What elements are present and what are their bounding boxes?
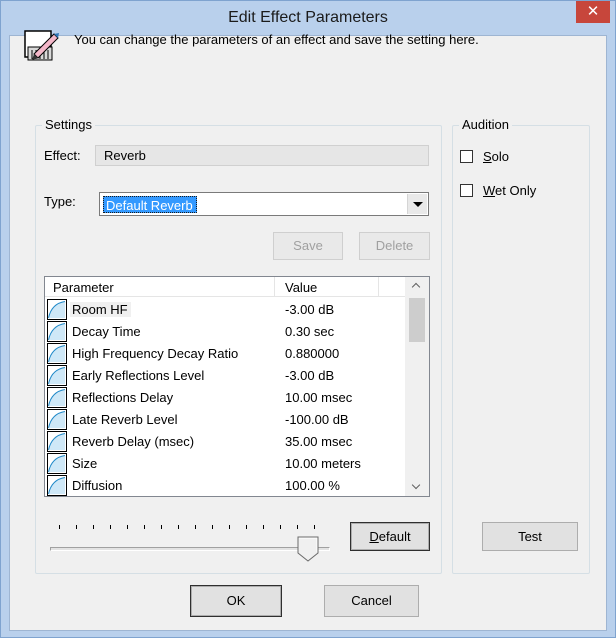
list-header: Parameter Value: [45, 277, 406, 297]
parameter-name: Reflections Delay: [72, 390, 174, 405]
parameter-curve-icon: [47, 299, 67, 320]
parameter-name: Early Reflections Level: [72, 368, 205, 383]
parameter-curve-icon: [47, 387, 67, 408]
parameter-row[interactable]: Decay Time 0.30 sec: [45, 320, 406, 342]
parameter-curve-icon: [47, 431, 67, 452]
slider-tick: [93, 525, 94, 529]
effect-label: Effect:: [44, 148, 81, 163]
parameter-value: 10.00 msec: [285, 390, 353, 405]
scroll-thumb[interactable]: [409, 298, 425, 342]
parameter-list[interactable]: Parameter Value Room HF -3.00 dB Decay Tim…: [44, 276, 430, 497]
parameter-row[interactable]: Late Reverb Level -100.00 dB: [45, 408, 406, 430]
parameter-value: 0.30 sec: [285, 324, 335, 339]
parameter-curve-icon: [47, 453, 67, 474]
parameter-name: Reverb Delay (msec): [72, 434, 195, 449]
effect-value-field: Reverb: [95, 145, 429, 166]
default-button-mnemonic: D: [369, 529, 379, 544]
parameter-curve-icon: [47, 365, 67, 386]
slider-tick: [212, 525, 213, 529]
parameter-row[interactable]: Reflections Delay 10.00 msec: [45, 386, 406, 408]
type-dropdown[interactable]: Default Reverb: [99, 192, 429, 216]
slider-tick: [144, 525, 145, 529]
parameter-name: Diffusion: [72, 478, 123, 493]
default-button[interactable]: Default: [350, 522, 430, 551]
header-description: You can change the parameters of an effe…: [74, 32, 479, 47]
parameter-name: High Frequency Decay Ratio: [72, 346, 239, 361]
column-header-parameter[interactable]: Parameter: [53, 280, 114, 295]
edit-parameters-icon: [24, 30, 59, 61]
slider-tick: [314, 525, 315, 529]
test-button[interactable]: Test: [482, 522, 578, 551]
save-button[interactable]: Save: [273, 232, 343, 260]
parameter-value: 35.00 msec: [285, 434, 353, 449]
scroll-up-icon[interactable]: [405, 277, 429, 295]
column-divider[interactable]: [378, 277, 379, 297]
slider-tick: [178, 525, 179, 529]
audition-group-label: Audition: [459, 117, 512, 132]
parameter-row[interactable]: Diffusion 100.00 %: [45, 474, 406, 496]
parameter-name: Late Reverb Level: [72, 412, 178, 427]
settings-group-label: Settings: [42, 117, 95, 132]
parameter-row[interactable]: Early Reflections Level -3.00 dB: [45, 364, 406, 386]
ok-button[interactable]: OK: [190, 585, 282, 617]
slider-tick: [297, 525, 298, 529]
parameter-slider[interactable]: [50, 520, 340, 564]
parameter-curve-icon: [47, 475, 67, 496]
parameter-curve-icon: [47, 321, 67, 342]
slider-thumb[interactable]: [297, 536, 319, 562]
type-dropdown-value: Default Reverb: [103, 196, 197, 213]
parameter-value: -3.00 dB: [285, 302, 335, 317]
parameter-row[interactable]: Room HF -3.00 dB: [45, 298, 406, 320]
parameter-curve-icon: [47, 409, 67, 430]
type-label: Type:: [44, 194, 76, 209]
slider-tick: [280, 525, 281, 529]
slider-tick: [263, 525, 264, 529]
parameter-row[interactable]: Reverb Delay (msec) 35.00 msec: [45, 430, 406, 452]
parameter-value: 10.00 meters: [285, 456, 361, 471]
parameter-row[interactable]: Size 10.00 meters: [45, 452, 406, 474]
slider-tick: [127, 525, 128, 529]
solo-checkbox-label: Solo: [483, 149, 510, 164]
parameter-name: Decay Time: [72, 324, 141, 339]
parameter-value: 100.00 %: [285, 478, 340, 493]
column-divider[interactable]: [274, 277, 275, 297]
parameter-value: -100.00 dB: [285, 412, 349, 427]
parameter-row[interactable]: High Frequency Decay Ratio 0.880000: [45, 342, 406, 364]
default-button-label: efault: [378, 529, 411, 544]
solo-checkbox-box[interactable]: [460, 150, 473, 163]
column-header-value[interactable]: Value: [285, 280, 317, 295]
close-button[interactable]: ✕: [576, 1, 610, 23]
parameter-value: -3.00 dB: [285, 368, 335, 383]
parameter-curve-icon: [47, 343, 67, 364]
wet-only-checkbox[interactable]: Wet Only: [460, 182, 570, 200]
slider-tick: [246, 525, 247, 529]
title-bar[interactable]: Edit Effect Parameters ✕: [1, 1, 615, 35]
solo-checkbox[interactable]: Solo: [460, 148, 560, 166]
slider-tick: [110, 525, 111, 529]
parameter-name: Room HF: [70, 302, 131, 317]
parameter-name: Size: [72, 456, 98, 471]
slider-tick: [195, 525, 196, 529]
slider-tick: [229, 525, 230, 529]
vertical-scrollbar[interactable]: [405, 277, 429, 496]
chevron-down-icon[interactable]: [407, 194, 427, 214]
slider-tick: [161, 525, 162, 529]
wet-only-checkbox-label: Wet Only: [483, 183, 537, 198]
slider-track[interactable]: [50, 547, 330, 551]
delete-button[interactable]: Delete: [359, 232, 430, 260]
cancel-button[interactable]: Cancel: [324, 585, 419, 617]
slider-tick: [59, 525, 60, 529]
parameter-value: 0.880000: [285, 346, 340, 361]
window-title: Edit Effect Parameters: [228, 9, 388, 26]
scroll-down-icon[interactable]: [405, 478, 429, 496]
slider-tick: [76, 525, 77, 529]
wet-only-checkbox-box[interactable]: [460, 184, 473, 197]
